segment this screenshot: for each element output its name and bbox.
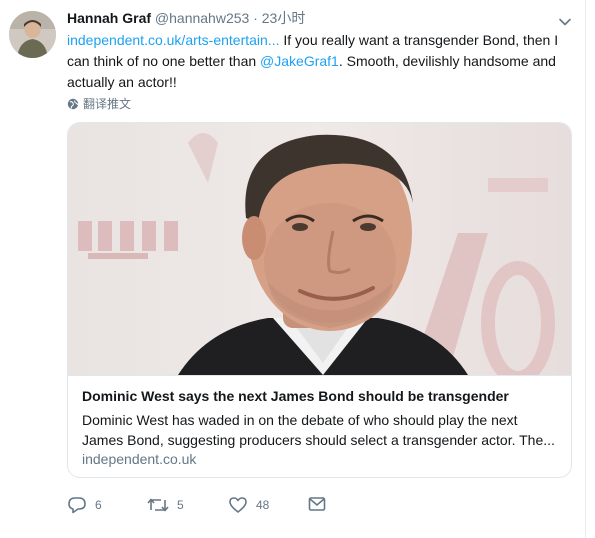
heart-icon xyxy=(229,497,247,513)
like-count: 48 xyxy=(256,498,270,512)
author-handle[interactable]: @hannahw253 xyxy=(155,10,249,26)
separator-dot: · xyxy=(253,10,258,26)
mention-link[interactable]: @JakeGraf1 xyxy=(260,53,339,69)
card-title[interactable]: Dominic West says the next James Bond sh… xyxy=(82,388,509,404)
reply-button[interactable]: 6 xyxy=(67,496,102,514)
like-button[interactable]: 48 xyxy=(228,496,269,514)
timeline-divider xyxy=(585,0,586,538)
chevron-down-icon[interactable] xyxy=(557,14,573,30)
card-domain: independent.co.uk xyxy=(82,451,197,467)
timestamp[interactable]: 23小时 xyxy=(262,10,306,26)
retweet-icon xyxy=(147,498,169,512)
globe-icon xyxy=(67,98,79,109)
tweet-text: independent.co.uk/arts-entertain... If y… xyxy=(67,30,567,93)
card-image xyxy=(68,123,571,375)
translate-label: 翻译推文 xyxy=(83,97,132,111)
reply-icon xyxy=(68,497,86,514)
link-card[interactable]: Dominic West says the next James Bond sh… xyxy=(67,122,572,478)
card-body: Dominic West says the next James Bond sh… xyxy=(68,375,571,477)
avatar-image xyxy=(9,11,56,58)
tweet-header: Hannah Graf @hannahw253 · 23小时 xyxy=(67,9,305,27)
envelope-icon xyxy=(308,497,326,511)
avatar[interactable] xyxy=(9,11,56,58)
direct-message-button[interactable] xyxy=(308,496,326,512)
translate-tweet[interactable]: 翻译推文 xyxy=(67,95,131,112)
tweet-actions: 6 5 48 xyxy=(67,496,367,520)
retweet-button[interactable]: 5 xyxy=(147,496,184,514)
retweet-count: 5 xyxy=(177,498,184,512)
author-name[interactable]: Hannah Graf xyxy=(67,10,151,26)
card-description: Dominic West has waded in on the debate … xyxy=(82,412,555,448)
article-link[interactable]: independent.co.uk/arts-entertain... xyxy=(67,32,279,48)
reply-count: 6 xyxy=(95,498,102,512)
